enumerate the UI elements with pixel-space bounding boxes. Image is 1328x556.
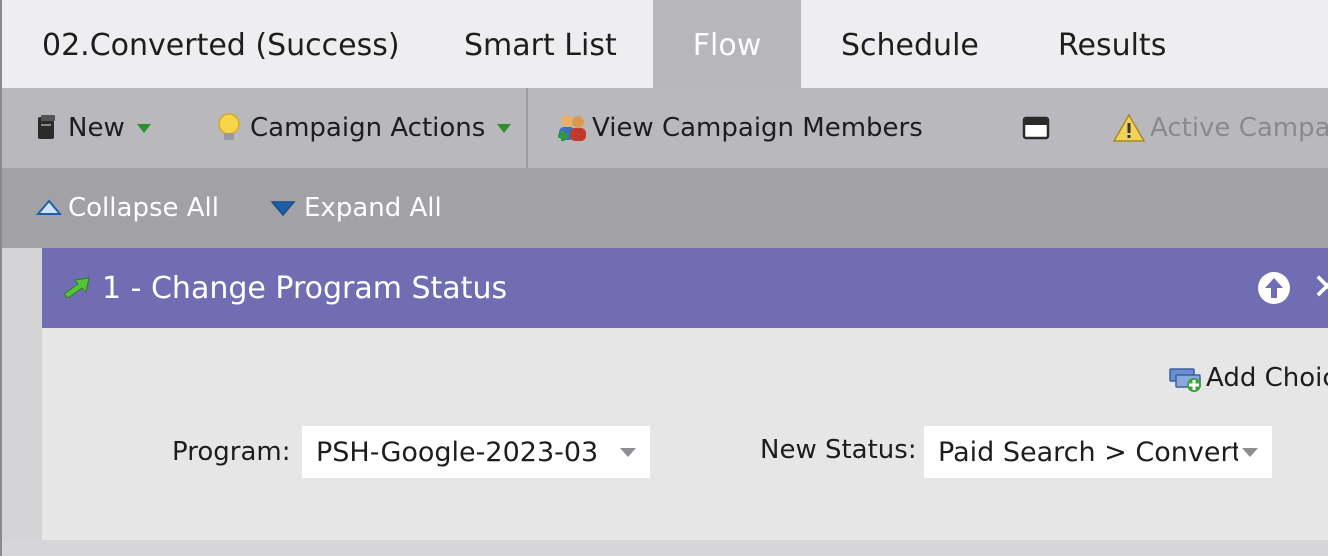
triangle-up-icon [36,199,62,215]
new-status-label: New Status: [760,435,917,465]
chevron-down-icon [136,123,151,133]
chevron-down-icon [1242,448,1258,457]
view-campaign-members-button[interactable]: View Campaign Members [556,88,923,168]
view-campaign-members-label: View Campaign Members [592,113,923,143]
expand-all-label: Expand All [304,193,442,223]
flow-step-title: 1 - Change Program Status [102,271,508,306]
expand-all-button[interactable]: Expand All [270,168,442,248]
active-campaign-label: Active Campaig [1150,113,1328,143]
program-select[interactable]: PSH-Google-2023-03 E [302,426,650,478]
flow-step-header[interactable]: 1 - Change Program Status ✕ [42,248,1328,328]
chevron-down-icon [497,123,512,133]
window-button[interactable] [1022,88,1050,168]
campaign-actions-label: Campaign Actions [250,113,486,143]
toolbar: New Campaign Actions View Campaign Membe… [2,88,1328,168]
add-choice-label: Add Choic [1206,363,1328,393]
new-status-select[interactable]: Paid Search > Convert [924,426,1272,478]
add-choice-icon [1169,368,1201,392]
people-icon [558,115,586,141]
campaign-actions-menu-button[interactable]: Campaign Actions [216,88,512,168]
flow-step-card: 1 - Change Program Status ✕ Add Choic Pr… [42,248,1328,540]
new-status-value: Paid Search > Convert [938,437,1238,468]
canvas-background [2,540,1328,556]
tab-schedule[interactable]: Schedule [841,0,979,88]
program-value: PSH-Google-2023-03 E [316,437,604,468]
triangle-down-icon [270,201,296,217]
lightbulb-icon [218,113,240,140]
arrow-up-circle-icon[interactable] [1258,272,1290,304]
window-icon [1022,116,1050,140]
tab-bar: 02.Converted (Success) Smart List Flow S… [2,0,1328,88]
tab-results[interactable]: Results [1058,0,1166,88]
close-icon[interactable]: ✕ [1312,266,1328,310]
collapse-all-label: Collapse All [68,193,219,223]
flow-controls-bar: Collapse All Expand All [2,168,1328,248]
tab-smart-list[interactable]: Smart List [464,0,617,88]
toolbar-divider [526,88,528,168]
tab-campaign-name[interactable]: 02.Converted (Success) [42,0,400,88]
add-choice-button[interactable]: Add Choic [1168,360,1328,396]
warning-icon [1112,113,1146,142]
document-icon [38,115,55,139]
new-label: New [68,113,125,143]
green-arrow-icon [63,277,90,298]
tab-flow[interactable]: Flow [653,0,801,88]
collapse-all-button[interactable]: Collapse All [36,168,219,248]
active-campaign-status: Active Campaig [1112,88,1328,168]
new-menu-button[interactable]: New [36,88,151,168]
program-label: Program: [172,437,291,467]
chevron-down-icon [620,448,636,457]
